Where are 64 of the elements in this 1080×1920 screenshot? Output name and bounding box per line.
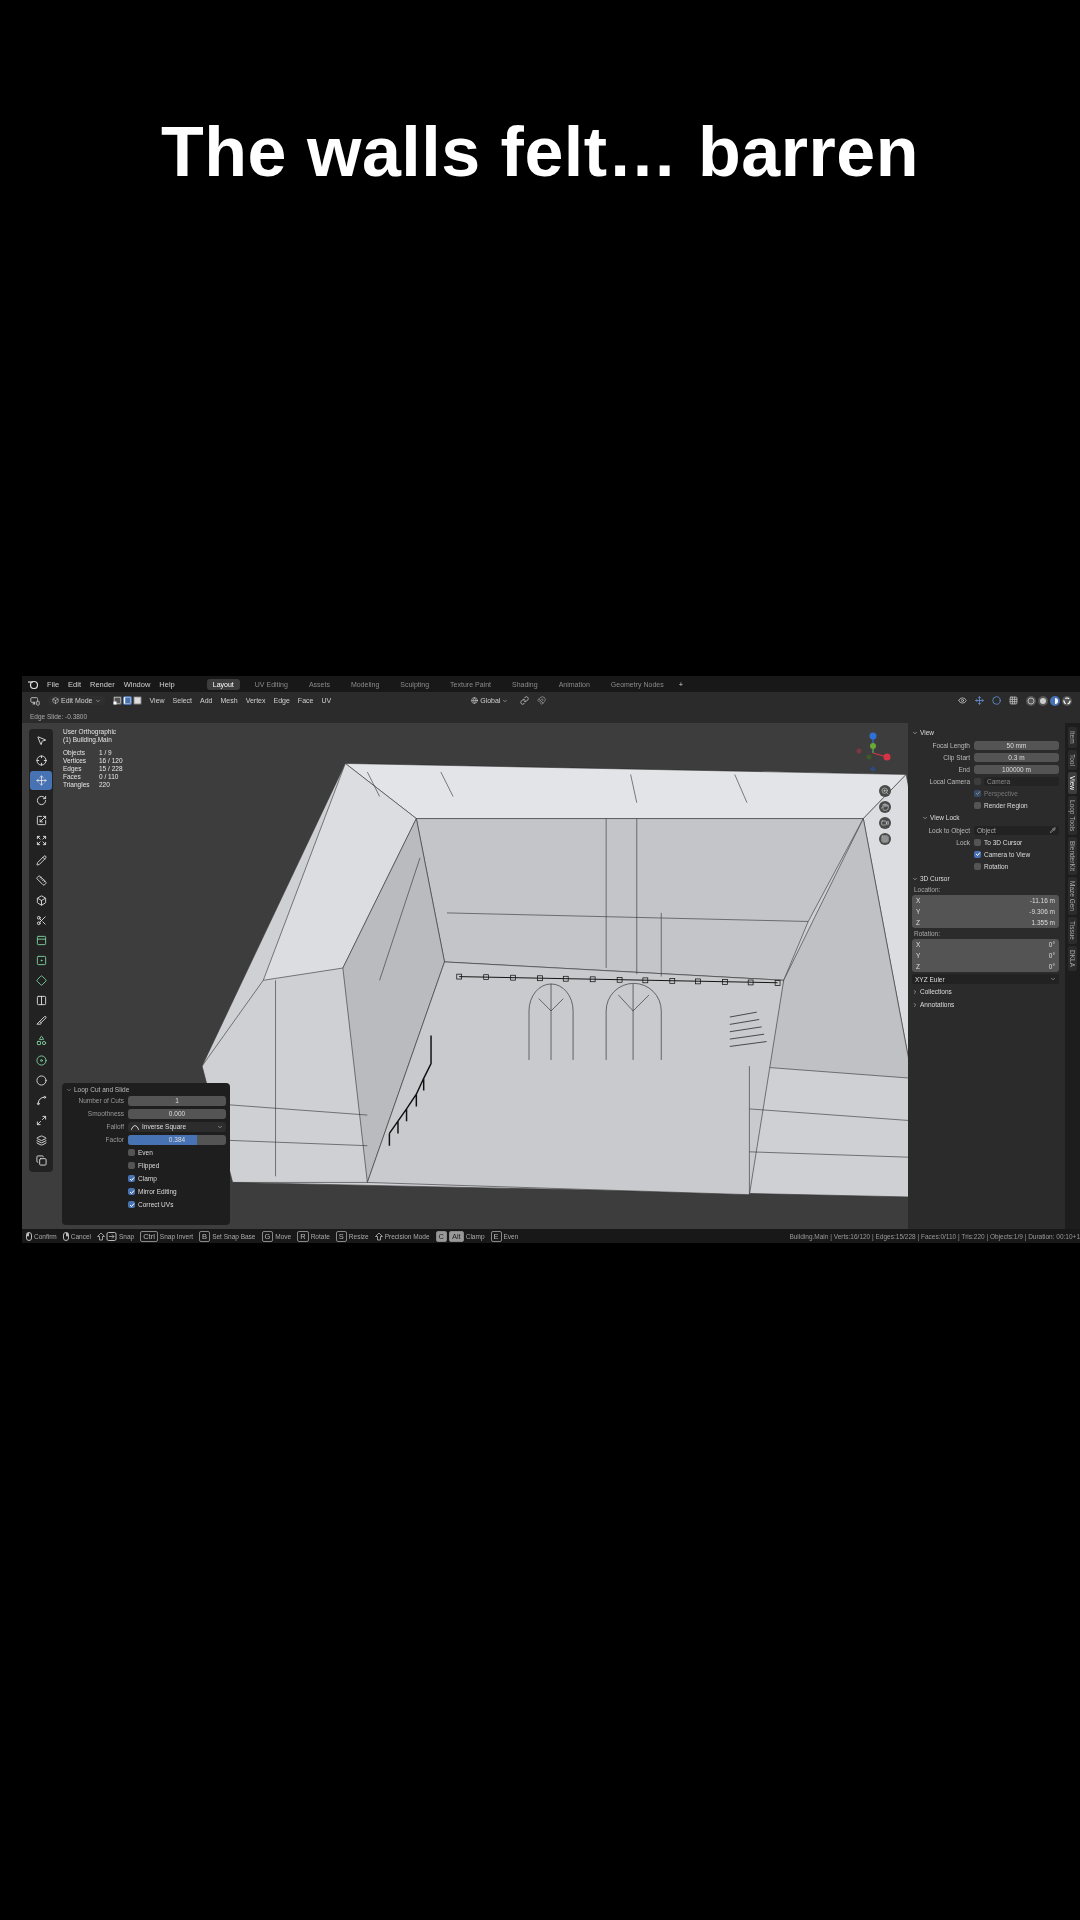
sphere-icon: [35, 1075, 47, 1086]
cube-icon: [35, 895, 47, 906]
chevron-down-icon: [94, 697, 101, 704]
chevron-down-icon: [66, 1086, 72, 1093]
extrude-icon: [35, 935, 47, 946]
wireframe-shading-icon[interactable]: [1026, 695, 1036, 706]
select-mode-button[interactable]: [132, 696, 142, 705]
inset-icon: [35, 955, 47, 966]
bevel-icon: [35, 975, 47, 986]
move-arrows-icon: [35, 775, 47, 786]
checkbox[interactable]: [974, 850, 981, 858]
mouse-icon: [62, 1231, 69, 1241]
tool-button[interactable]: [30, 771, 52, 790]
scissors-icon: [35, 915, 47, 926]
mouse-icon: [26, 1231, 32, 1241]
shear-icon: [35, 1135, 47, 1146]
overlay-toggle-icon[interactable]: [992, 696, 1001, 705]
material-shading-icon[interactable]: [1050, 695, 1060, 706]
eyedropper-icon[interactable]: [1050, 827, 1056, 833]
gizmo-toggle-icon[interactable]: [975, 696, 984, 705]
solid-shading-icon[interactable]: [1038, 695, 1048, 706]
snap-icon[interactable]: [537, 696, 547, 705]
ruler-icon: [35, 875, 47, 886]
chevron-down-icon: [912, 875, 918, 882]
poly-build-icon: [35, 1035, 47, 1046]
knife-icon: [35, 1015, 47, 1026]
checkbox[interactable]: [128, 1149, 135, 1156]
select-mode-button[interactable]: [112, 696, 122, 705]
checkbox[interactable]: [128, 1175, 135, 1182]
pivot-icon[interactable]: [520, 696, 530, 705]
editor-type-icon[interactable]: [30, 695, 40, 706]
falloff-curve-icon: [131, 1123, 139, 1130]
shrink-icon: [35, 1115, 47, 1126]
chevron-down-icon: [912, 729, 918, 736]
scale-icon: [35, 815, 47, 826]
app-logo-icon[interactable]: [28, 679, 38, 689]
transform-icon: [35, 835, 47, 846]
edge-slide-icon: [35, 1095, 47, 1106]
checkbox[interactable]: [128, 1188, 135, 1195]
shift-key-icon: [97, 1231, 117, 1241]
shift-key-icon: [374, 1231, 383, 1241]
video-caption: The walls felt… barren: [161, 112, 919, 192]
pointer-icon: [35, 735, 47, 746]
checkbox[interactable]: [128, 1201, 135, 1208]
pencil-icon: [35, 855, 47, 866]
select-mode-button[interactable]: [122, 696, 132, 705]
xray-icon[interactable]: [1009, 696, 1018, 705]
rotate-icon: [35, 795, 47, 806]
cube-icon: [52, 697, 59, 704]
chevron-down-icon: [502, 697, 509, 704]
checkbox[interactable]: [128, 1162, 135, 1169]
axes-icon: [471, 697, 479, 704]
chevron-down-icon: [217, 1123, 223, 1130]
spin-icon: [35, 1055, 47, 1066]
chevron-down-icon: [1050, 976, 1056, 982]
visibility-icon[interactable]: [958, 696, 967, 705]
chevron-down-icon: [922, 814, 928, 821]
checkbox[interactable]: [974, 838, 981, 846]
checkbox[interactable]: [974, 862, 981, 870]
checkbox[interactable]: [974, 801, 981, 809]
crosshair-icon: [35, 755, 47, 766]
loop-cut-icon: [35, 995, 47, 1006]
rip-icon: [35, 1155, 47, 1166]
rendered-shading-icon[interactable]: [1062, 695, 1072, 706]
